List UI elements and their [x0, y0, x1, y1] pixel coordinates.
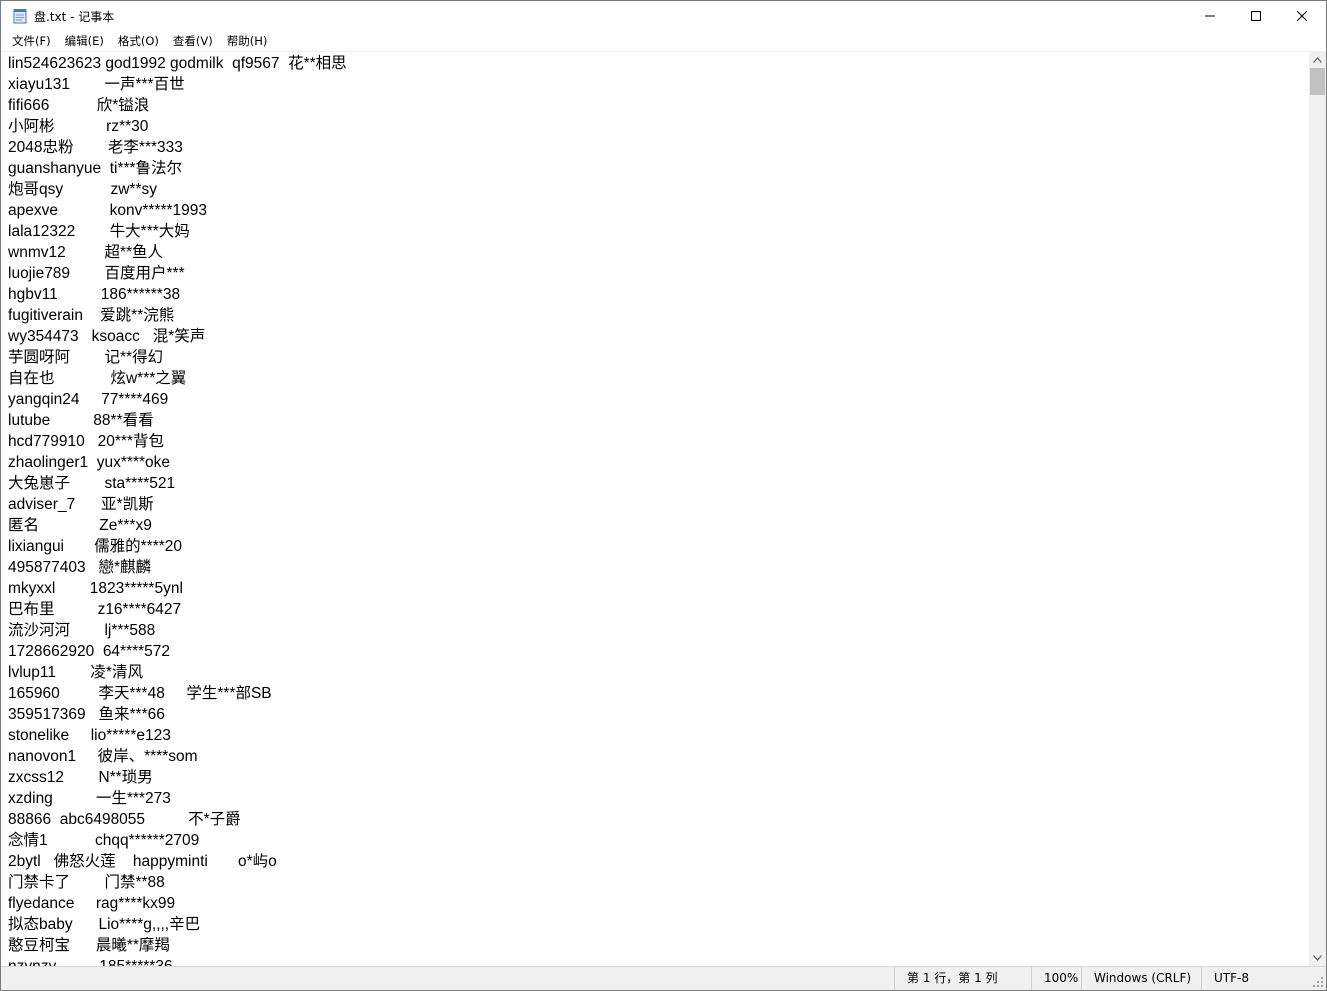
text-line[interactable]: 憨豆柯宝 晨曦**摩羯 — [8, 935, 347, 956]
maximize-button[interactable] — [1233, 1, 1279, 31]
text-line[interactable]: hgbv11 186******38 — [8, 284, 347, 305]
chevron-down-icon — [1313, 954, 1322, 961]
text-line[interactable]: 2bytl 佛怒火莲 happyminti o*屿o — [8, 851, 347, 872]
notepad-icon — [13, 9, 27, 24]
text-line[interactable]: fugitiverain 爱跳**浣熊 — [8, 305, 347, 326]
scroll-up-button[interactable] — [1309, 51, 1326, 68]
cursor-position: 第 1 行，第 1 列 — [894, 967, 1031, 990]
menu-file[interactable]: 文件(F) — [5, 31, 58, 51]
window-title: 盘.txt - 记事本 — [34, 10, 115, 24]
text-line[interactable]: lala12322 牛大***大妈 — [8, 221, 347, 242]
text-line[interactable]: stonelike lio*****e123 — [8, 725, 347, 746]
text-line[interactable]: hcd779910 20***背包 — [8, 431, 347, 452]
minimize-button[interactable] — [1187, 1, 1233, 31]
vertical-scrollbar[interactable] — [1309, 51, 1326, 966]
text-line[interactable]: wy354473 ksoacc 混*笑声 — [8, 326, 347, 347]
maximize-icon — [1251, 11, 1261, 21]
text-line[interactable]: 巴布里 z16****6427 — [8, 599, 347, 620]
text-line[interactable]: 炮哥qsy zw**sy — [8, 179, 347, 200]
text-line[interactable]: 小阿彬 rz**30 — [8, 116, 347, 137]
text-editor[interactable]: lin524623623 god1992 godmilk qf9567 花**相… — [1, 51, 1309, 967]
title-bar[interactable]: 盘.txt - 记事本 — [1, 1, 1326, 31]
text-line[interactable]: xzding 一生***273 — [8, 788, 347, 809]
menu-format[interactable]: 格式(O) — [111, 31, 166, 51]
text-line[interactable]: 2048忠粉 老李***333 — [8, 137, 347, 158]
text-line[interactable]: lutube 88**看看 — [8, 410, 347, 431]
text-line[interactable]: zhaolinger1 yux****oke — [8, 452, 347, 473]
text-line[interactable]: adviser_7 亚*凯斯 — [8, 494, 347, 515]
text-line[interactable]: wnmv12 超**鱼人 — [8, 242, 347, 263]
menu-bar: 文件(F) 编辑(E) 格式(O) 查看(V) 帮助(H) — [1, 31, 1326, 51]
text-line[interactable]: 495877403 戀*麒麟 — [8, 557, 347, 578]
scroll-down-button[interactable] — [1309, 949, 1326, 966]
menu-help[interactable]: 帮助(H) — [220, 31, 275, 51]
text-line[interactable]: guanshanyue ti***鲁法尔 — [8, 158, 347, 179]
text-line[interactable]: xiayu131 一声***百世 — [8, 74, 347, 95]
text-line[interactable]: 165960 李天***48 学生***部SB — [8, 683, 347, 704]
zoom-level: 100% — [1031, 967, 1081, 990]
line-ending: Windows (CRLF) — [1081, 967, 1201, 990]
text-line[interactable]: lvlup11 凌*清风 — [8, 662, 347, 683]
close-icon — [1297, 11, 1307, 21]
text-line[interactable]: luojie789 百度用户*** — [8, 263, 347, 284]
text-line[interactable]: lixiangui 儒雅的****20 — [8, 536, 347, 557]
text-line[interactable]: 359517369 鱼来***66 — [8, 704, 347, 725]
text-line[interactable]: 念情1 chqq******2709 — [8, 830, 347, 851]
text-line[interactable]: flyedance rag****kx99 — [8, 893, 347, 914]
text-line[interactable]: 匿名 Ze***x9 — [8, 515, 347, 536]
text-line[interactable]: 流沙河河 lj***588 — [8, 620, 347, 641]
close-button[interactable] — [1279, 1, 1325, 31]
menu-edit[interactable]: 编辑(E) — [58, 31, 111, 51]
status-bar: 第 1 行，第 1 列 100% Windows (CRLF) UTF-8 — [1, 966, 1326, 990]
chevron-up-icon — [1313, 56, 1322, 63]
text-line[interactable]: yangqin24 77****469 — [8, 389, 347, 410]
text-line[interactable]: 芋圆呀阿 记**得幻 — [8, 347, 347, 368]
scrollbar-thumb[interactable] — [1310, 68, 1325, 95]
text-line[interactable]: 1728662920 64****572 — [8, 641, 347, 662]
notepad-window: 盘.txt - 记事本 文件(F) 编辑(E) 格式(O) 查看(V) 帮助(H… — [0, 0, 1327, 991]
menu-view[interactable]: 查看(V) — [166, 31, 220, 51]
resize-grip-icon[interactable] — [1312, 976, 1324, 988]
editor-content[interactable]: lin524623623 god1992 godmilk qf9567 花**相… — [8, 53, 347, 967]
text-line[interactable]: 88866 abc6498055 不*子爵 — [8, 809, 347, 830]
text-line[interactable]: 自在也 炫w***之翼 — [8, 368, 347, 389]
text-line[interactable]: zxcss12 N**琐男 — [8, 767, 347, 788]
encoding: UTF-8 — [1201, 967, 1309, 990]
text-line[interactable]: apexve konv*****1993 — [8, 200, 347, 221]
text-line[interactable]: 门禁卡了 门禁**88 — [8, 872, 347, 893]
text-line[interactable]: mkyxxl 1823*****5ynl — [8, 578, 347, 599]
text-line[interactable]: nanovon1 彼岸、****som — [8, 746, 347, 767]
text-line[interactable]: 大兔崽子 sta****521 — [8, 473, 347, 494]
minimize-icon — [1205, 15, 1215, 17]
text-line[interactable]: 拟态baby Lio****g,,,,辛巴 — [8, 914, 347, 935]
text-line[interactable]: fifi666 欣*镒浪 — [8, 95, 347, 116]
text-line[interactable]: lin524623623 god1992 godmilk qf9567 花**相… — [8, 53, 347, 74]
